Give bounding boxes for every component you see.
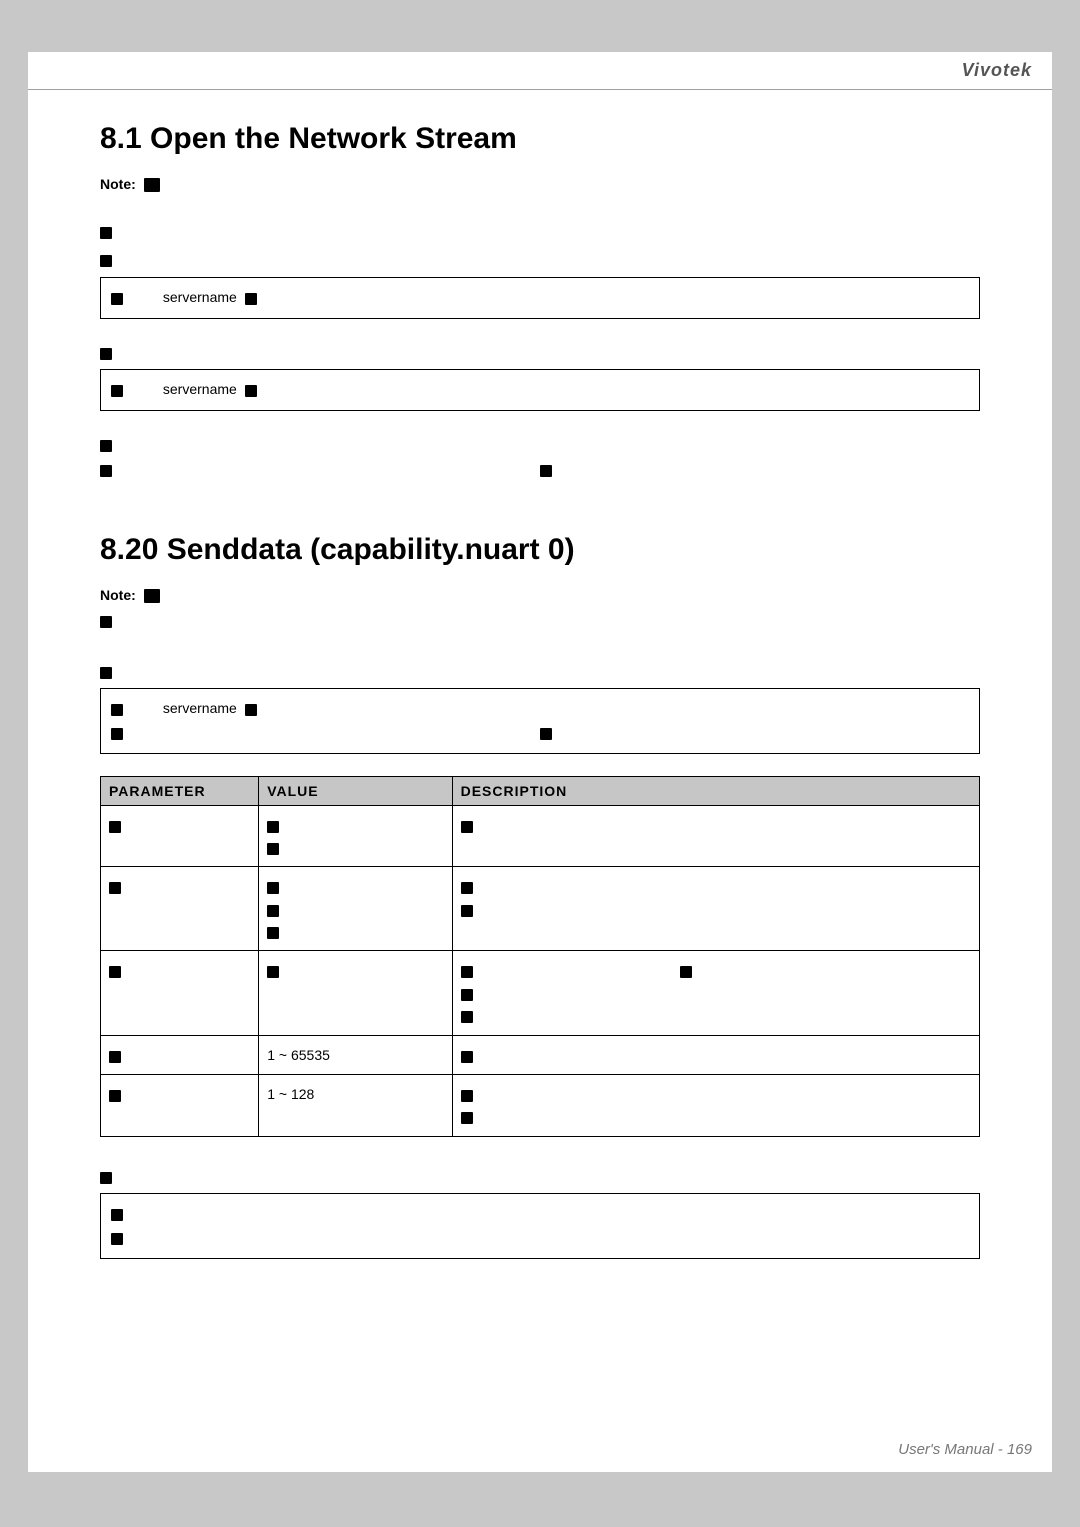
redacted-glyph-icon: [461, 989, 473, 1001]
table-row: 1 ~ 65535: [101, 1035, 980, 1074]
redacted-glyph-icon: [267, 927, 279, 939]
cell-value: [259, 867, 452, 951]
section-heading-8-1: 8.1 Open the Network Stream: [100, 122, 980, 156]
redacted-glyph-icon: [245, 293, 257, 305]
redacted-glyph-icon: [109, 966, 121, 978]
method-label: [100, 609, 980, 631]
syntax-label-line: [100, 220, 980, 242]
redacted-glyph-icon: [111, 1209, 123, 1221]
note-label: Note:: [100, 176, 136, 192]
th-value: VALUE: [259, 776, 452, 805]
brand-label: Vivotek: [962, 60, 1032, 81]
note-line-2: Note:: [100, 587, 980, 603]
redacted-glyph-icon: [109, 1051, 121, 1063]
cell-desc: [452, 951, 979, 1035]
cell-desc: [452, 867, 979, 951]
cell-param: [101, 805, 259, 867]
table-row: [101, 951, 980, 1035]
cell-value: 1 ~ 128: [259, 1075, 452, 1137]
parameter-table: PARAMETER VALUE DESCRIPTION: [100, 776, 980, 1137]
return-label-1: [100, 433, 980, 455]
syntax-box-1: servername: [100, 277, 980, 319]
redacted-glyph-icon: [540, 465, 552, 477]
redacted-glyph-icon: [461, 821, 473, 833]
redacted-glyph-icon: [267, 966, 279, 978]
th-description: DESCRIPTION: [452, 776, 979, 805]
redacted-glyph-icon: [111, 293, 123, 305]
servername-text: servername: [163, 700, 237, 716]
return-row-1: [100, 461, 980, 477]
redacted-glyph-icon: [100, 348, 112, 360]
cell-param: [101, 951, 259, 1035]
redacted-glyph-icon: [245, 704, 257, 716]
redacted-glyph-icon: [461, 1112, 473, 1124]
table-row: [101, 805, 980, 867]
syntax-box-2: servername: [100, 369, 980, 411]
redacted-glyph-icon: [540, 728, 552, 740]
redacted-glyph-icon: [109, 882, 121, 894]
redacted-glyph-icon: [109, 821, 121, 833]
cell-value: [259, 951, 452, 1035]
redacted-glyph-icon: [680, 966, 692, 978]
redacted-glyph-icon: [111, 728, 123, 740]
page: Vivotek 8.1 Open the Network Stream Note…: [28, 52, 1052, 1472]
return-box: [100, 1193, 980, 1259]
redacted-glyph-icon: [461, 1051, 473, 1063]
section-heading-8-20: 8.20 Senddata (capability.nuart 0): [100, 533, 980, 567]
redacted-glyph-icon: [109, 1090, 121, 1102]
method2-label: [100, 341, 980, 363]
syntax-box-3: servername: [100, 688, 980, 754]
syntax-label-2: [100, 660, 980, 682]
redacted-glyph-icon: [111, 1233, 123, 1245]
cell-value: 1 ~ 65535: [259, 1035, 452, 1074]
method1-label: [100, 248, 980, 270]
redacted-glyph-icon: [461, 966, 473, 978]
redacted-glyph-icon: [100, 616, 112, 628]
cell-value: [259, 805, 452, 867]
redacted-glyph-icon: [100, 1172, 112, 1184]
return-label-2: [100, 1165, 980, 1187]
cell-desc: [452, 1075, 979, 1137]
cell-desc: [452, 805, 979, 867]
redacted-glyph-icon: [461, 905, 473, 917]
cell-param: [101, 867, 259, 951]
redacted-glyph-icon: [267, 843, 279, 855]
cell-param: [101, 1075, 259, 1137]
redacted-glyph-icon: [144, 178, 160, 192]
redacted-glyph-icon: [100, 255, 112, 267]
redacted-glyph-icon: [144, 589, 160, 603]
redacted-glyph-icon: [267, 882, 279, 894]
cell-param: [101, 1035, 259, 1074]
redacted-glyph-icon: [245, 385, 257, 397]
redacted-glyph-icon: [111, 385, 123, 397]
redacted-glyph-icon: [461, 1011, 473, 1023]
redacted-glyph-icon: [461, 882, 473, 894]
note-line-1: Note:: [100, 176, 980, 192]
servername-text: servername: [163, 381, 237, 397]
table-row: 1 ~ 128: [101, 1075, 980, 1137]
servername-text: servername: [163, 289, 237, 305]
redacted-glyph-icon: [100, 465, 112, 477]
note-label: Note:: [100, 587, 136, 603]
page-content: 8.1 Open the Network Stream Note: server…: [100, 122, 980, 1259]
table-row: [101, 867, 980, 951]
redacted-glyph-icon: [100, 440, 112, 452]
cell-desc: [452, 1035, 979, 1074]
redacted-glyph-icon: [111, 704, 123, 716]
redacted-glyph-icon: [100, 227, 112, 239]
redacted-glyph-icon: [267, 821, 279, 833]
redacted-glyph-icon: [461, 1090, 473, 1102]
page-footer: User's Manual - 169: [898, 1441, 1032, 1458]
th-parameter: PARAMETER: [101, 776, 259, 805]
table-header-row: PARAMETER VALUE DESCRIPTION: [101, 776, 980, 805]
redacted-glyph-icon: [267, 905, 279, 917]
redacted-glyph-icon: [100, 667, 112, 679]
header-bar: Vivotek: [28, 52, 1052, 90]
